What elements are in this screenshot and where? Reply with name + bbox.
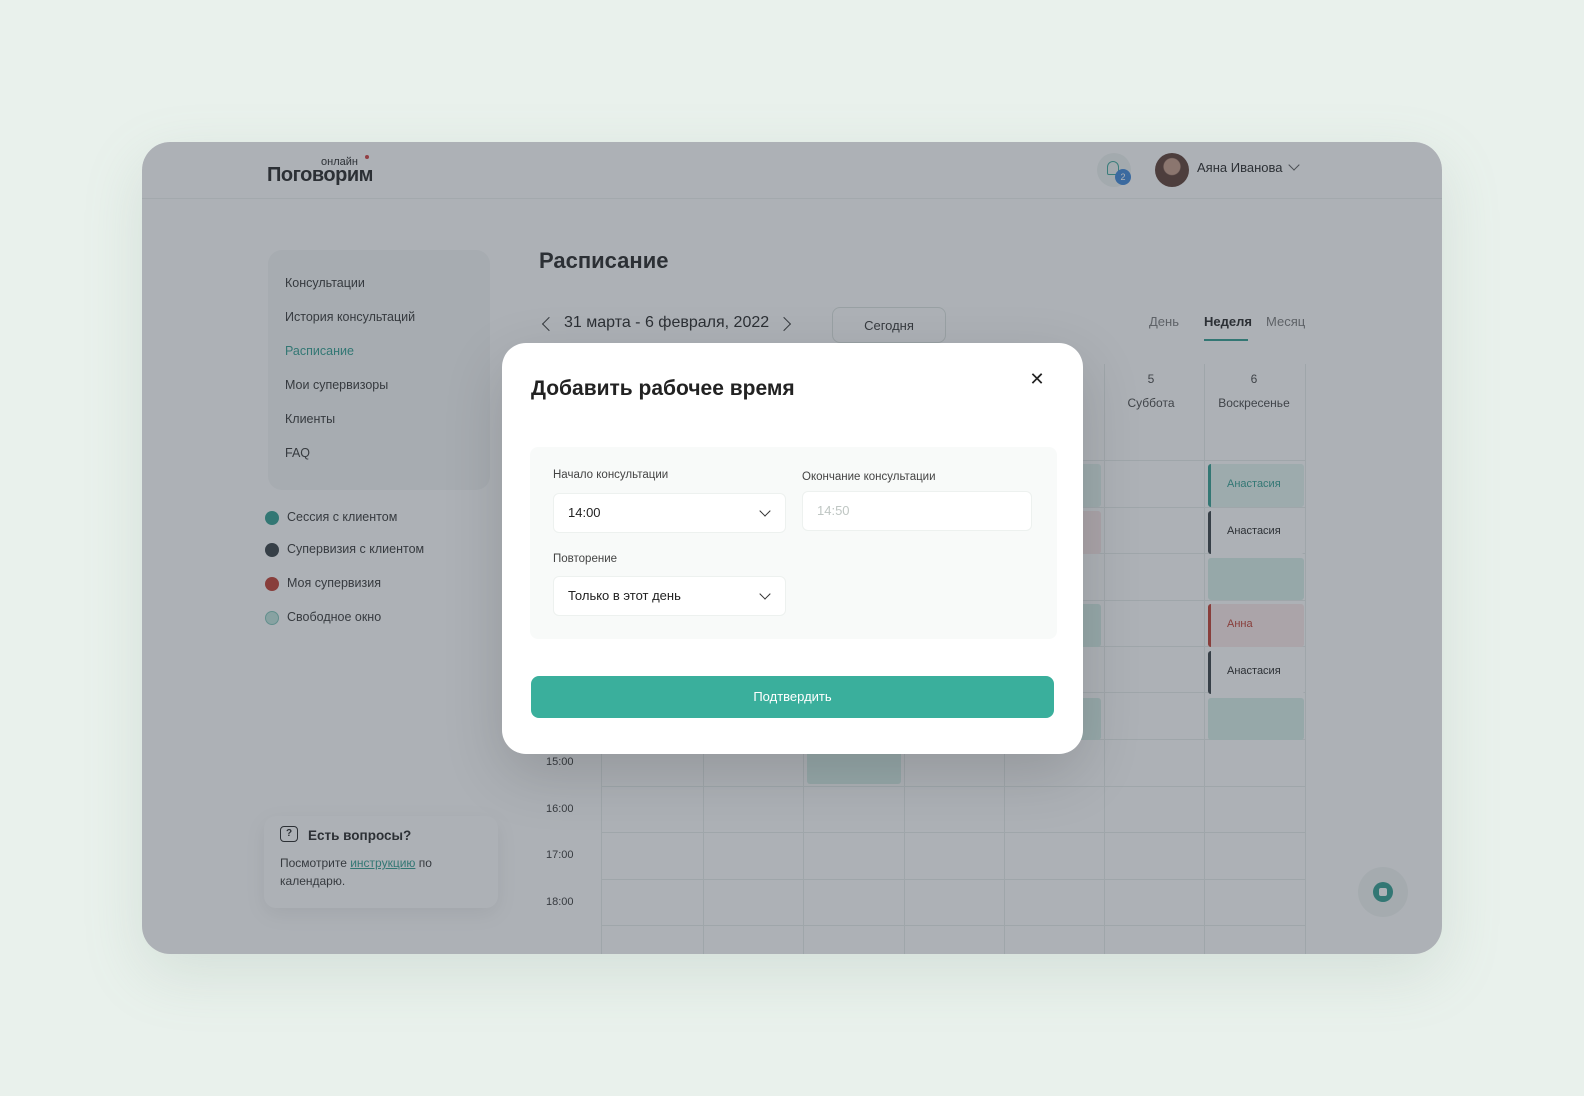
add-working-time-modal: Добавить рабочее время ✕ Начало консульт… — [502, 343, 1083, 754]
repeat-value: Только в этот день — [568, 588, 681, 603]
repeat-select[interactable]: Только в этот день — [553, 576, 786, 616]
repeat-label: Повторение — [553, 553, 618, 565]
form-panel: Начало консультации 14:00 Окончание конс… — [530, 447, 1057, 639]
end-time-value: 14:50 — [817, 503, 850, 518]
start-label: Начало консультации — [553, 469, 669, 481]
start-time-value: 14:00 — [568, 505, 601, 520]
end-time-field: 14:50 — [802, 491, 1032, 531]
confirm-button[interactable]: Подтвердить — [531, 676, 1054, 718]
close-icon[interactable]: ✕ — [1025, 367, 1049, 391]
chevron-down-icon — [759, 505, 771, 517]
end-label: Окончание консультации — [802, 471, 936, 483]
chevron-down-icon — [759, 588, 771, 600]
modal-title: Добавить рабочее время — [531, 377, 795, 400]
start-time-select[interactable]: 14:00 — [553, 493, 786, 533]
